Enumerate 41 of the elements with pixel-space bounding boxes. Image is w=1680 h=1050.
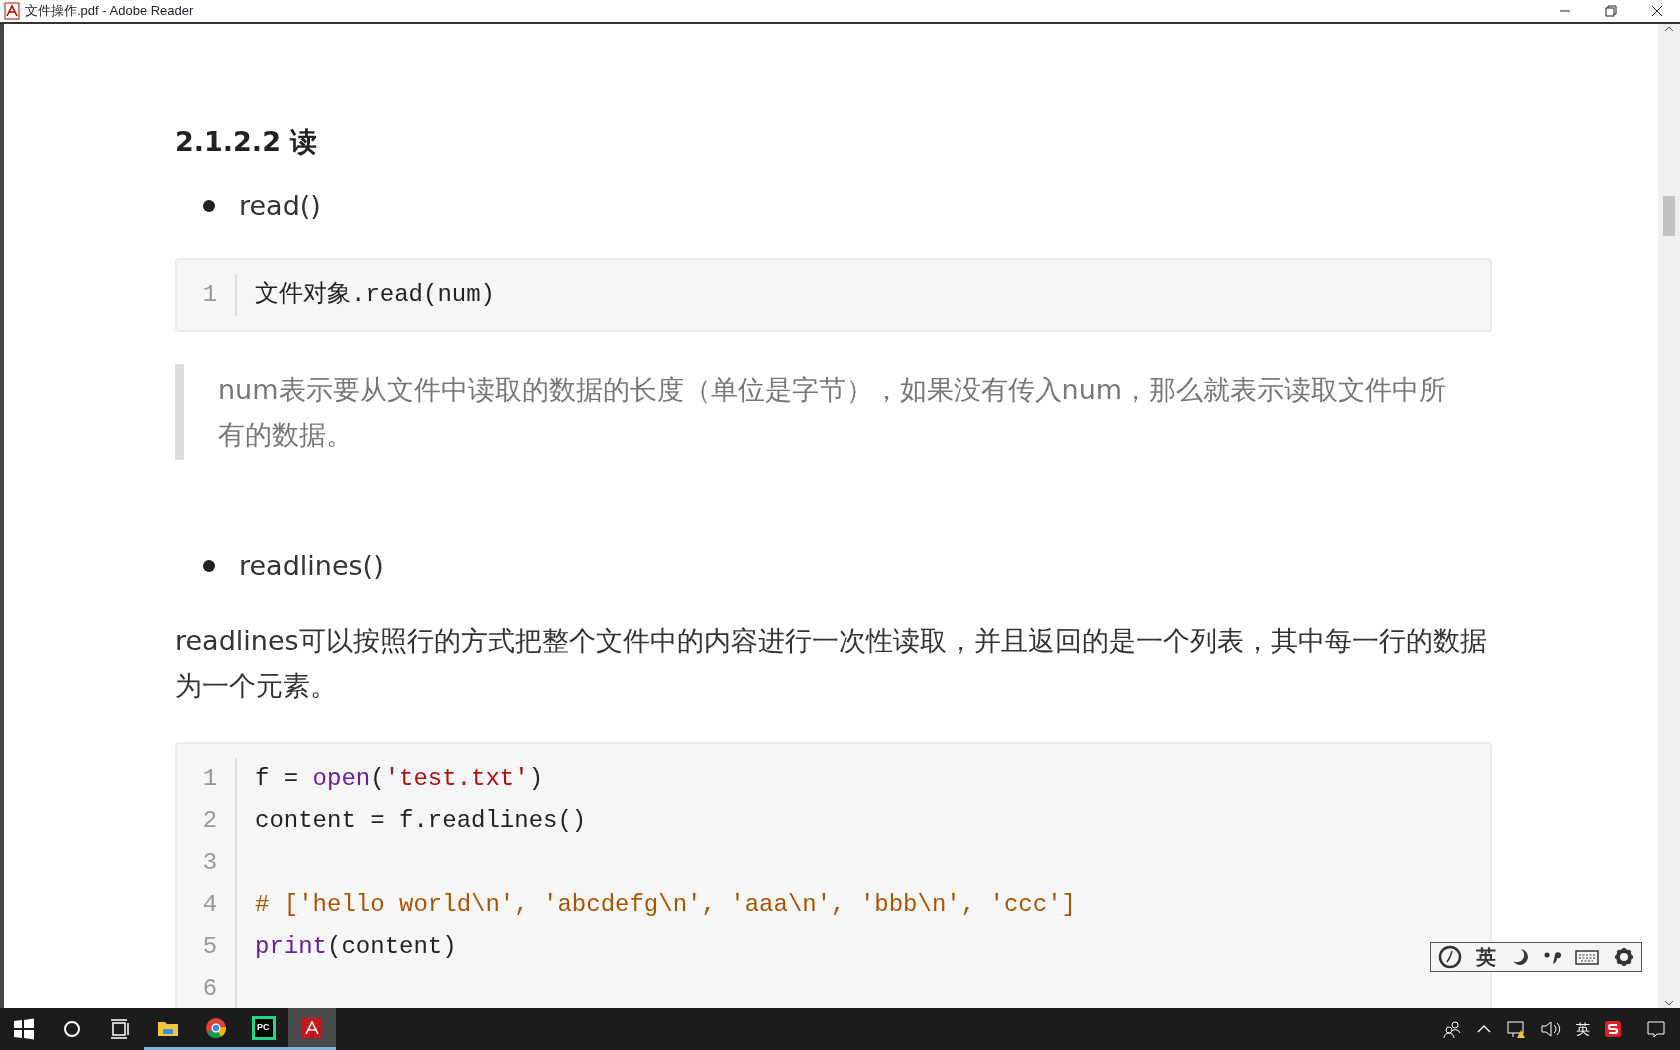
- line-number: 2: [177, 800, 237, 842]
- acrobat-icon[interactable]: [300, 1015, 324, 1040]
- section-heading: 2.1.2.2 读: [175, 125, 319, 159]
- scroll-down-icon[interactable]: [1663, 998, 1675, 1008]
- window-title: 文件操作.pdf - Adobe Reader: [25, 2, 194, 21]
- keyboard-icon[interactable]: [1575, 948, 1600, 966]
- list-item-text: readlines(): [239, 549, 384, 583]
- settings-icon[interactable]: [1613, 947, 1634, 967]
- line-number: 5: [177, 926, 237, 968]
- notification-icon[interactable]: [1646, 1019, 1666, 1039]
- volume-icon[interactable]: [1540, 1019, 1562, 1039]
- line-number: 1: [177, 758, 237, 800]
- line-number: 1: [177, 274, 237, 316]
- scroll-up-icon[interactable]: [1663, 24, 1675, 34]
- bullet-icon: [203, 560, 215, 572]
- line-number: 4: [177, 884, 237, 926]
- blockquote-text: num表示要从文件中读取的数据的长度（单位是字节），如果没有传入num，那么就表示读取文件中所有的数据。: [175, 364, 1492, 460]
- bullet-icon: [203, 200, 215, 212]
- restore-icon[interactable]: [1602, 2, 1620, 20]
- windows-logo-icon[interactable]: [12, 1017, 36, 1041]
- pdf-file-icon: [3, 2, 21, 20]
- clock-logo-icon: [1438, 945, 1463, 969]
- input-mode-toggle[interactable]: 英: [1476, 947, 1497, 967]
- taskbar-app-button[interactable]: [288, 1008, 336, 1050]
- scrollbar-thumb[interactable]: [1663, 196, 1675, 236]
- code-line: content = f.readlines(): [254, 806, 587, 836]
- line-number: 3: [177, 842, 237, 884]
- code-line: print(content): [254, 932, 457, 962]
- paragraph-text: readlines可以按照行的方式把整个文件中的内容进行一次性读取，并且返回的是一个列表，其中每一行的数据为一个元素。: [175, 624, 1488, 703]
- code-line: f = open('test.txt'): [254, 764, 544, 794]
- input-language-indicator[interactable]: 英: [1576, 1018, 1590, 1040]
- sogou-icon[interactable]: [1604, 1020, 1622, 1038]
- code-line: 文件对象.read(num): [254, 280, 496, 310]
- pycharm-logo[interactable]: PC: [252, 1015, 276, 1040]
- list-item-text: read(): [239, 189, 321, 223]
- moon-icon[interactable]: [1510, 947, 1529, 967]
- code-line: # ['hello world\n', 'abcdefg\n', 'aaa\n', 'bbb\n', 'ccc']: [254, 890, 1076, 920]
- chrome-icon[interactable]: [204, 1015, 228, 1040]
- people-icon[interactable]: [1442, 1019, 1462, 1039]
- network-warning-icon[interactable]: [1506, 1019, 1526, 1039]
- task-view-icon[interactable]: [108, 1017, 132, 1041]
